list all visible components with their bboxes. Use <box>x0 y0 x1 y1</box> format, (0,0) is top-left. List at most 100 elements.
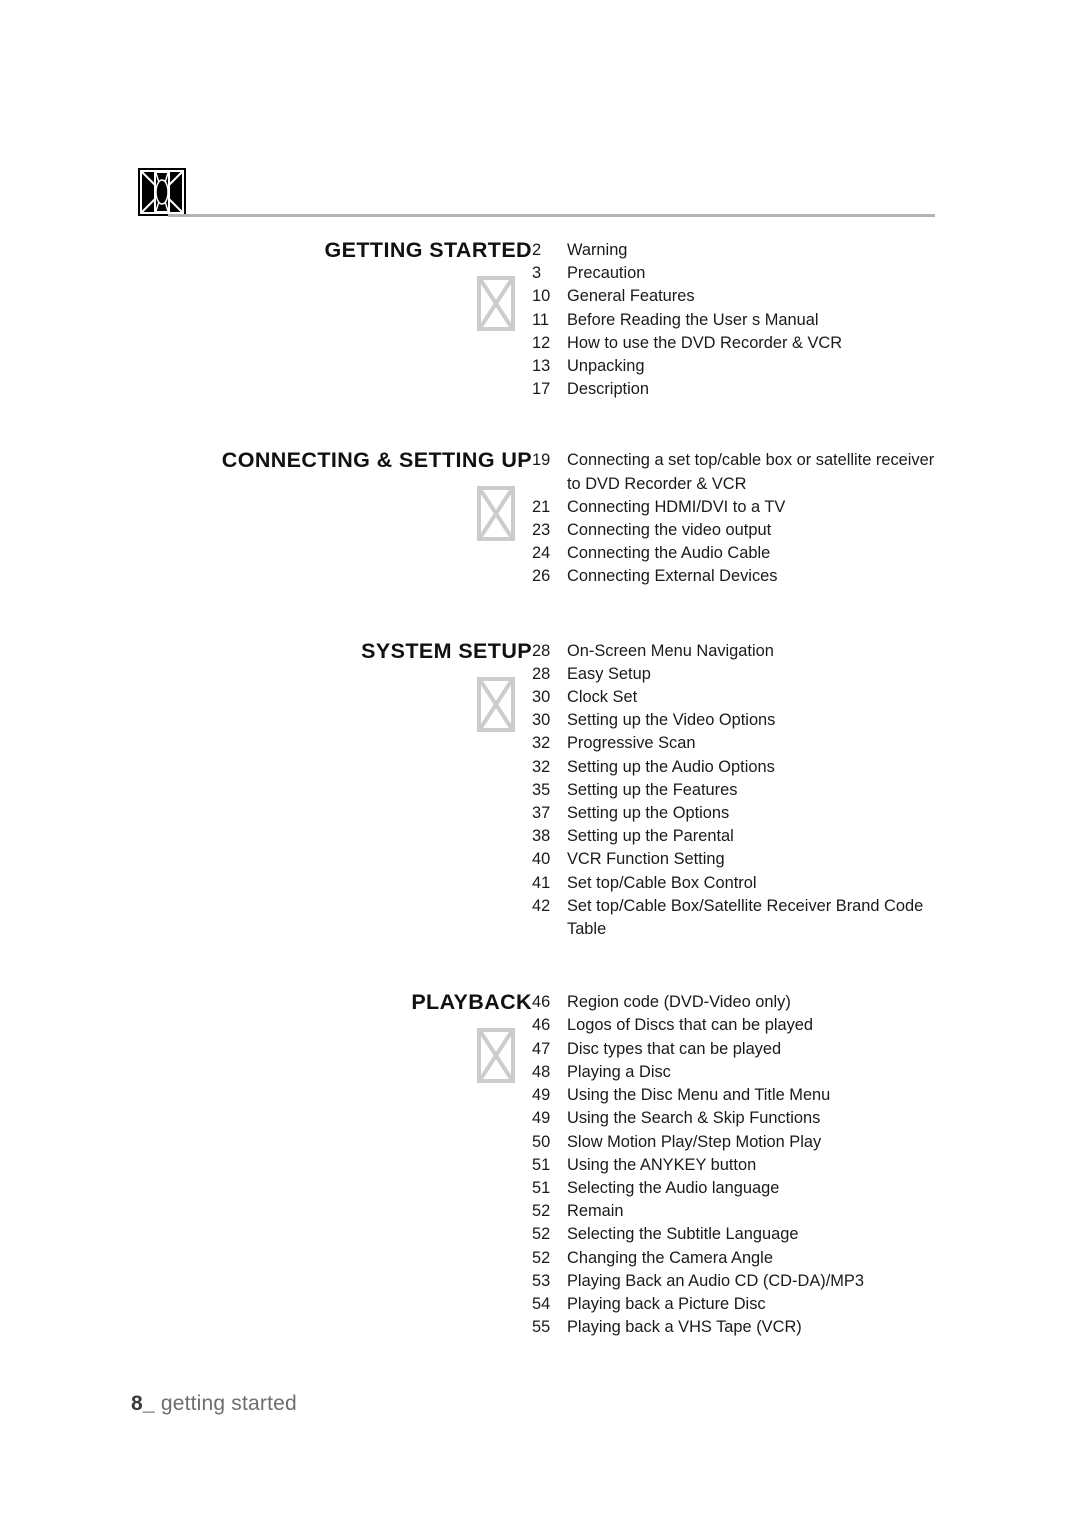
toc-entry[interactable]: 52 Remain <box>532 1200 1080 1223</box>
toc-entry-title: Connecting a set top/cable box or satell… <box>567 451 935 493</box>
toc-entry-page: 46 <box>532 993 551 1012</box>
missing-glyph-box-icon <box>138 168 186 216</box>
toc-entry-page: 46 <box>532 1016 551 1035</box>
toc-entry-page: 35 <box>532 780 551 799</box>
toc-entry-title: Disc types that can be played <box>567 1039 782 1058</box>
toc-entry[interactable]: 35 Setting up the Features <box>532 779 1080 802</box>
toc-entry-title: Logos of Discs that can be played <box>567 1016 814 1035</box>
toc-entry-list: 28 On-Screen Menu Navigation 28 Easy Set… <box>532 637 1080 942</box>
toc-entry[interactable]: 53 Playing Back an Audio CD (CD-DA)/MP3 <box>532 1270 1080 1293</box>
toc-entry[interactable]: 32 Setting up the Audio Options <box>532 756 1080 779</box>
toc-entry-page: 26 <box>532 567 551 586</box>
toc-entry-title: Playing Back an Audio CD (CD-DA)/MP3 <box>567 1271 864 1290</box>
toc-entry[interactable]: 11 Before Reading the User s Manual <box>532 309 1080 332</box>
toc-entry-title: Description <box>567 380 649 399</box>
toc-entry[interactable]: 13 Unpacking <box>532 355 1080 378</box>
toc-entry-title: Playing back a Picture Disc <box>567 1294 766 1313</box>
toc-entry-page: 41 <box>532 873 551 892</box>
toc-entry[interactable]: 49 Using the Disc Menu and Title Menu <box>532 1084 1080 1107</box>
toc-entry[interactable]: 10 General Features <box>532 285 1080 308</box>
toc-entry[interactable]: 41 Set top/Cable Box Control <box>532 872 1080 895</box>
image-placeholder-icon <box>477 1028 515 1084</box>
toc-entry-title: How to use the DVD Recorder & VCR <box>567 333 843 352</box>
toc-entry-page: 47 <box>532 1039 551 1058</box>
toc-entry[interactable]: 51 Using the ANYKEY button <box>532 1154 1080 1177</box>
toc-entry-title: VCR Function Setting <box>567 850 725 869</box>
toc-section-title: GETTING STARTED <box>324 238 532 262</box>
toc-section: GETTING STARTED 2 Warning 3 Precaution 1… <box>0 236 1080 401</box>
toc-entry-title: Playing back a VHS Tape (VCR) <box>567 1318 802 1337</box>
toc-entry[interactable]: 30 Setting up the Video Options <box>532 709 1080 732</box>
toc-entry-page: 24 <box>532 544 551 563</box>
toc-entry-title: Before Reading the User s Manual <box>567 310 819 329</box>
toc-entry-title: Set top/Cable Box Control <box>567 873 757 892</box>
toc-entry[interactable]: 23 Connecting the video output <box>532 519 1080 542</box>
toc-entry[interactable]: 2 Warning <box>532 239 1080 262</box>
toc-entry[interactable]: 52 Changing the Camera Angle <box>532 1247 1080 1270</box>
toc-entry[interactable]: 52 Selecting the Subtitle Language <box>532 1223 1080 1246</box>
toc-entry[interactable]: 40 VCR Function Setting <box>532 848 1080 871</box>
toc-entry-title: Unpacking <box>567 357 645 376</box>
image-placeholder-icon <box>477 676 515 732</box>
toc-entry-title: Using the Search & Skip Functions <box>567 1109 821 1128</box>
toc-entry-page: 10 <box>532 287 551 306</box>
toc-entry-page: 2 <box>532 241 542 259</box>
toc-entry-title: Setting up the Parental <box>567 827 734 846</box>
toc-entry[interactable]: 38 Setting up the Parental <box>532 825 1080 848</box>
toc-entry[interactable]: 51 Selecting the Audio language <box>532 1177 1080 1200</box>
toc-entry-page: 51 <box>532 1155 551 1174</box>
toc-entry-page: 52 <box>532 1248 551 1267</box>
toc-section-title: CONNECTING & SETTING UP <box>221 448 532 473</box>
toc-entry-page: 42 <box>532 896 551 915</box>
toc-entry-title: Connecting External Devices <box>567 567 778 586</box>
toc-entry[interactable]: 47 Disc types that can be played <box>532 1038 1080 1061</box>
toc-entry-page: 52 <box>532 1225 551 1244</box>
toc-entry[interactable]: 54 Playing back a Picture Disc <box>532 1293 1080 1316</box>
toc-entry[interactable]: 55 Playing back a VHS Tape (VCR) <box>532 1316 1080 1339</box>
toc-entry[interactable]: 28 Easy Setup <box>532 663 1080 686</box>
toc-entry[interactable]: 12 How to use the DVD Recorder & VCR <box>532 332 1080 355</box>
toc-section-heading-column: CONNECTING & SETTING UP <box>0 446 532 542</box>
toc-entry-page: 52 <box>532 1202 551 1221</box>
toc-entry[interactable]: 48 Playing a Disc <box>532 1061 1080 1084</box>
toc-entry-page: 51 <box>532 1178 551 1197</box>
toc-entry[interactable]: 28 On-Screen Menu Navigation <box>532 640 1080 663</box>
toc-entry[interactable]: 46 Logos of Discs that can be played <box>532 1014 1080 1037</box>
toc-section-title: SYSTEM SETUP <box>361 638 532 663</box>
toc-entry-title: Setting up the Audio Options <box>567 757 775 776</box>
footer-label: getting started <box>154 1392 297 1415</box>
toc-entry[interactable]: 3 Precaution <box>532 262 1080 285</box>
toc-entry[interactable]: 50 Slow Motion Play/Step Motion Play <box>532 1131 1080 1154</box>
toc-entry-title: Set top/Cable Box/Satellite Receiver Bra… <box>567 896 924 939</box>
toc-entry-page: 32 <box>532 757 551 776</box>
toc-entry[interactable]: 24 Connecting the Audio Cable <box>532 542 1080 565</box>
toc-entry-title: Clock Set <box>567 688 638 707</box>
toc-entry[interactable]: 26 Connecting External Devices <box>532 565 1080 588</box>
toc-entry-title: Connecting the video output <box>567 521 772 540</box>
toc-entry-page: 30 <box>532 711 551 730</box>
toc-entry-page: 12 <box>532 333 551 352</box>
toc-entry-title: Slow Motion Play/Step Motion Play <box>567 1132 822 1151</box>
toc-entry[interactable]: 32 Progressive Scan <box>532 732 1080 755</box>
toc-section-heading-column: SYSTEM SETUP <box>0 637 532 732</box>
toc-entry-title: Remain <box>567 1202 624 1221</box>
toc-entry[interactable]: 46 Region code (DVD-Video only) <box>532 991 1080 1014</box>
toc-entry[interactable]: 17 Description <box>532 378 1080 401</box>
toc-entry[interactable]: 42 Set top/Cable Box/Satellite Receiver … <box>532 895 1080 941</box>
footer-page-number: 8 <box>131 1392 143 1415</box>
toc-entry[interactable]: 49 Using the Search & Skip Functions <box>532 1107 1080 1130</box>
toc-entry-title: Warning <box>567 241 628 259</box>
toc-entry-title: Connecting HDMI/DVI to a TV <box>567 497 786 516</box>
toc-entry[interactable]: 19 Connecting a set top/cable box or sat… <box>532 449 1080 495</box>
toc-entry[interactable]: 21 Connecting HDMI/DVI to a TV <box>532 496 1080 519</box>
toc-entry[interactable]: 37 Setting up the Options <box>532 802 1080 825</box>
toc-entry-title: Region code (DVD-Video only) <box>567 993 791 1012</box>
page-footer: 8_ getting started <box>131 1392 297 1416</box>
toc-section-title: PLAYBACK <box>411 990 532 1015</box>
toc-entry[interactable]: 30 Clock Set <box>532 686 1080 709</box>
toc-entry-page: 3 <box>532 264 542 283</box>
page-header <box>0 168 1080 218</box>
